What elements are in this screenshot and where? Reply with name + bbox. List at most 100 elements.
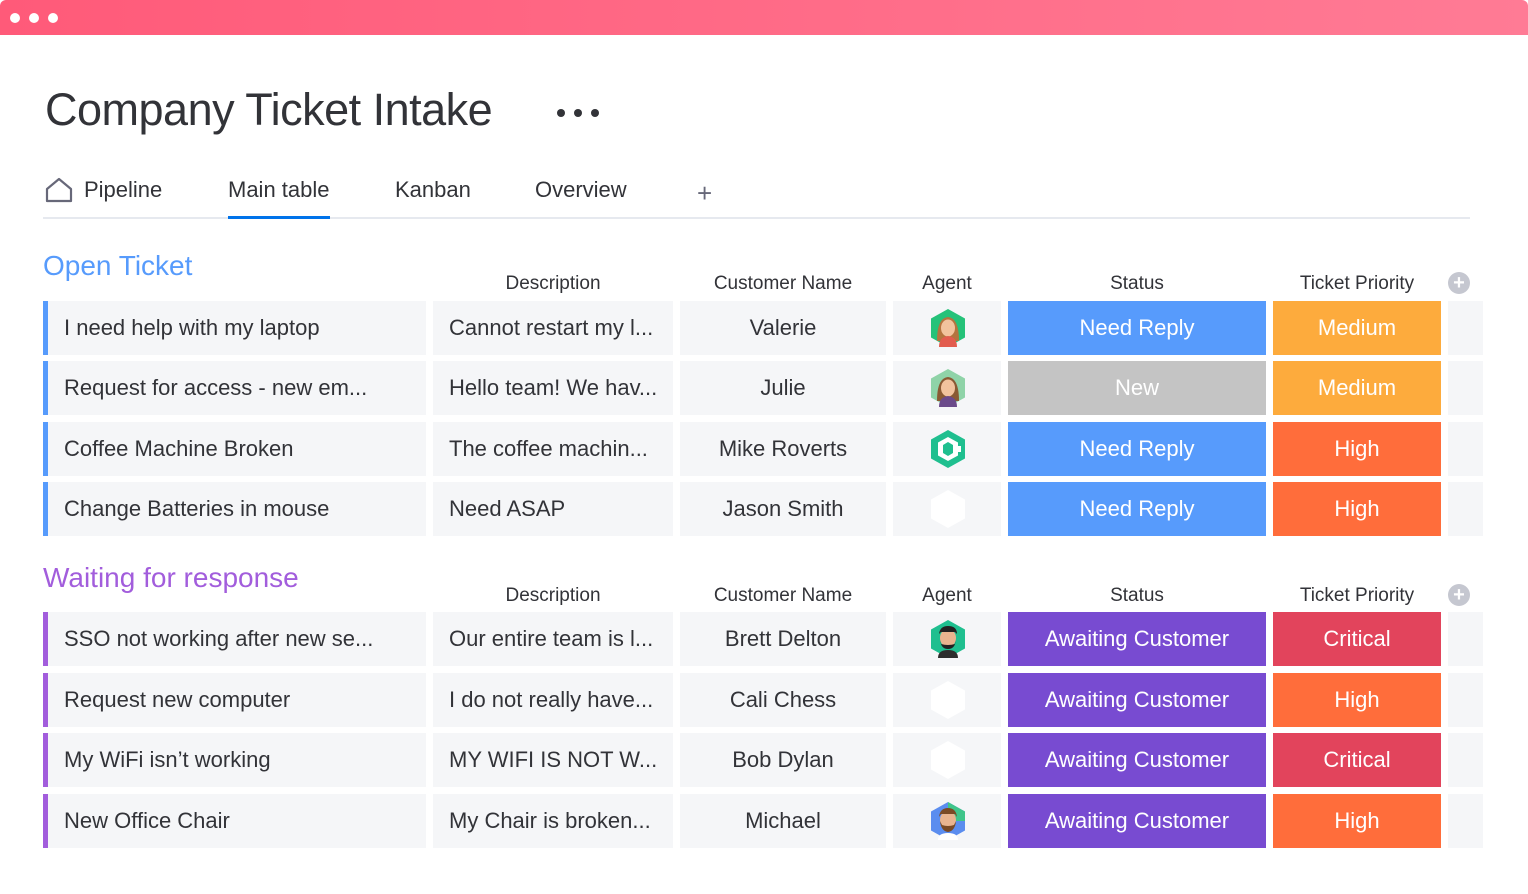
- column-header-customer-name[interactable]: Customer Name: [680, 273, 886, 295]
- table-row[interactable]: New Office Chair My Chair is broken... M…: [43, 794, 1483, 848]
- agent-cell[interactable]: [893, 612, 1001, 666]
- column-header-description[interactable]: Description: [433, 585, 673, 607]
- item-name-cell[interactable]: Coffee Machine Broken: [43, 422, 426, 476]
- empty-cell: [1448, 612, 1483, 666]
- agent-cell[interactable]: [893, 733, 1001, 787]
- group-color-bar: [43, 733, 48, 787]
- customer-name-cell[interactable]: Valerie: [680, 301, 886, 355]
- agent-cell[interactable]: [893, 361, 1001, 415]
- empty-cell: [1448, 361, 1483, 415]
- item-name-cell[interactable]: SSO not working after new se...: [43, 612, 426, 666]
- agent-cell[interactable]: [893, 482, 1001, 536]
- description-cell[interactable]: My Chair is broken...: [433, 794, 673, 848]
- logo-avatar-icon: [931, 430, 965, 468]
- description-cell[interactable]: MY WIFI IS NOT W...: [433, 733, 673, 787]
- status-label[interactable]: New: [1008, 361, 1266, 415]
- description-cell[interactable]: I do not really have...: [433, 673, 673, 727]
- empty-avatar-icon: [931, 490, 965, 528]
- status-label[interactable]: Need Reply: [1008, 301, 1266, 355]
- customer-name-cell[interactable]: Bob Dylan: [680, 733, 886, 787]
- priority-label[interactable]: Critical: [1273, 733, 1441, 787]
- item-name-cell[interactable]: Change Batteries in mouse: [43, 482, 426, 536]
- empty-cell: [1448, 673, 1483, 727]
- group-color-bar: [43, 794, 48, 848]
- description-cell[interactable]: The coffee machin...: [433, 422, 673, 476]
- tab-kanban[interactable]: Kanban: [395, 177, 471, 217]
- tab-main-table[interactable]: Main table: [228, 177, 330, 219]
- more-options-icon[interactable]: [557, 107, 605, 119]
- woman-avatar-icon: [931, 309, 965, 347]
- column-header-status[interactable]: Status: [1008, 585, 1266, 607]
- customer-name-cell[interactable]: Mike Roverts: [680, 422, 886, 476]
- agent-cell[interactable]: [893, 673, 1001, 727]
- column-header-status[interactable]: Status: [1008, 273, 1266, 295]
- man-avatar-icon: [931, 620, 965, 658]
- customer-name-cell[interactable]: Michael: [680, 794, 886, 848]
- status-label[interactable]: Need Reply: [1008, 482, 1266, 536]
- empty-cell: [1448, 482, 1483, 536]
- status-label[interactable]: Awaiting Customer: [1008, 733, 1266, 787]
- add-column-icon[interactable]: +: [1448, 584, 1470, 606]
- agent-cell[interactable]: [893, 301, 1001, 355]
- table-row[interactable]: Request new computer I do not really hav…: [43, 673, 1483, 727]
- status-label[interactable]: Need Reply: [1008, 422, 1266, 476]
- priority-label[interactable]: High: [1273, 794, 1441, 848]
- add-tab-button[interactable]: +: [697, 180, 712, 206]
- empty-cell: [1448, 301, 1483, 355]
- column-header-description[interactable]: Description: [433, 273, 673, 295]
- column-header-customer-name[interactable]: Customer Name: [680, 585, 886, 607]
- table-row[interactable]: SSO not working after new se... Our enti…: [43, 612, 1483, 666]
- item-name-cell[interactable]: Request new computer: [43, 673, 426, 727]
- description-cell[interactable]: Need ASAP: [433, 482, 673, 536]
- window-dot-icon[interactable]: [48, 13, 58, 23]
- empty-avatar-icon: [931, 681, 965, 719]
- priority-label[interactable]: High: [1273, 673, 1441, 727]
- column-header-agent[interactable]: Agent: [893, 585, 1001, 607]
- item-name-cell[interactable]: New Office Chair: [43, 794, 426, 848]
- group-color-bar: [43, 422, 48, 476]
- description-cell[interactable]: Hello team! We hav...: [433, 361, 673, 415]
- empty-cell: [1448, 794, 1483, 848]
- priority-label[interactable]: Medium: [1273, 361, 1441, 415]
- status-label[interactable]: Awaiting Customer: [1008, 794, 1266, 848]
- group-color-bar: [43, 482, 48, 536]
- description-cell[interactable]: Cannot restart my l...: [433, 301, 673, 355]
- table-row[interactable]: Change Batteries in mouse Need ASAP Jaso…: [43, 482, 1483, 536]
- priority-label[interactable]: High: [1273, 482, 1441, 536]
- customer-name-cell[interactable]: Julie: [680, 361, 886, 415]
- home-icon[interactable]: [45, 177, 73, 203]
- window-dot-icon[interactable]: [10, 13, 20, 23]
- group-title-open-ticket[interactable]: Open Ticket: [43, 250, 192, 282]
- status-label[interactable]: Awaiting Customer: [1008, 673, 1266, 727]
- item-name-cell[interactable]: My WiFi isn’t working: [43, 733, 426, 787]
- priority-label[interactable]: Medium: [1273, 301, 1441, 355]
- agent-cell[interactable]: [893, 422, 1001, 476]
- column-header-agent[interactable]: Agent: [893, 273, 1001, 295]
- tab-pipeline[interactable]: Pipeline: [84, 177, 162, 217]
- status-label[interactable]: Awaiting Customer: [1008, 612, 1266, 666]
- empty-cell: [1448, 733, 1483, 787]
- column-header-ticket-priority[interactable]: Ticket Priority: [1273, 273, 1441, 295]
- item-name-cell[interactable]: I need help with my laptop: [43, 301, 426, 355]
- table-row[interactable]: My WiFi isn’t working MY WIFI IS NOT W..…: [43, 733, 1483, 787]
- tab-overview[interactable]: Overview: [535, 177, 627, 217]
- page-title[interactable]: Company Ticket Intake: [45, 84, 493, 136]
- table-row[interactable]: I need help with my laptop Cannot restar…: [43, 301, 1483, 355]
- group-color-bar: [43, 673, 48, 727]
- customer-name-cell[interactable]: Brett Delton: [680, 612, 886, 666]
- add-column-icon[interactable]: +: [1448, 272, 1470, 294]
- priority-label[interactable]: Critical: [1273, 612, 1441, 666]
- customer-name-cell[interactable]: Cali Chess: [680, 673, 886, 727]
- window-titlebar: [0, 0, 1528, 35]
- table-row[interactable]: Coffee Machine Broken The coffee machin.…: [43, 422, 1483, 476]
- description-cell[interactable]: Our entire team is l...: [433, 612, 673, 666]
- window-dot-icon[interactable]: [29, 13, 39, 23]
- customer-name-cell[interactable]: Jason Smith: [680, 482, 886, 536]
- column-header-ticket-priority[interactable]: Ticket Priority: [1273, 585, 1441, 607]
- empty-avatar-icon: [931, 741, 965, 779]
- group-title-waiting-for-response[interactable]: Waiting for response: [43, 562, 299, 594]
- priority-label[interactable]: High: [1273, 422, 1441, 476]
- table-row[interactable]: Request for access - new em... Hello tea…: [43, 361, 1483, 415]
- agent-cell[interactable]: [893, 794, 1001, 848]
- item-name-cell[interactable]: Request for access - new em...: [43, 361, 426, 415]
